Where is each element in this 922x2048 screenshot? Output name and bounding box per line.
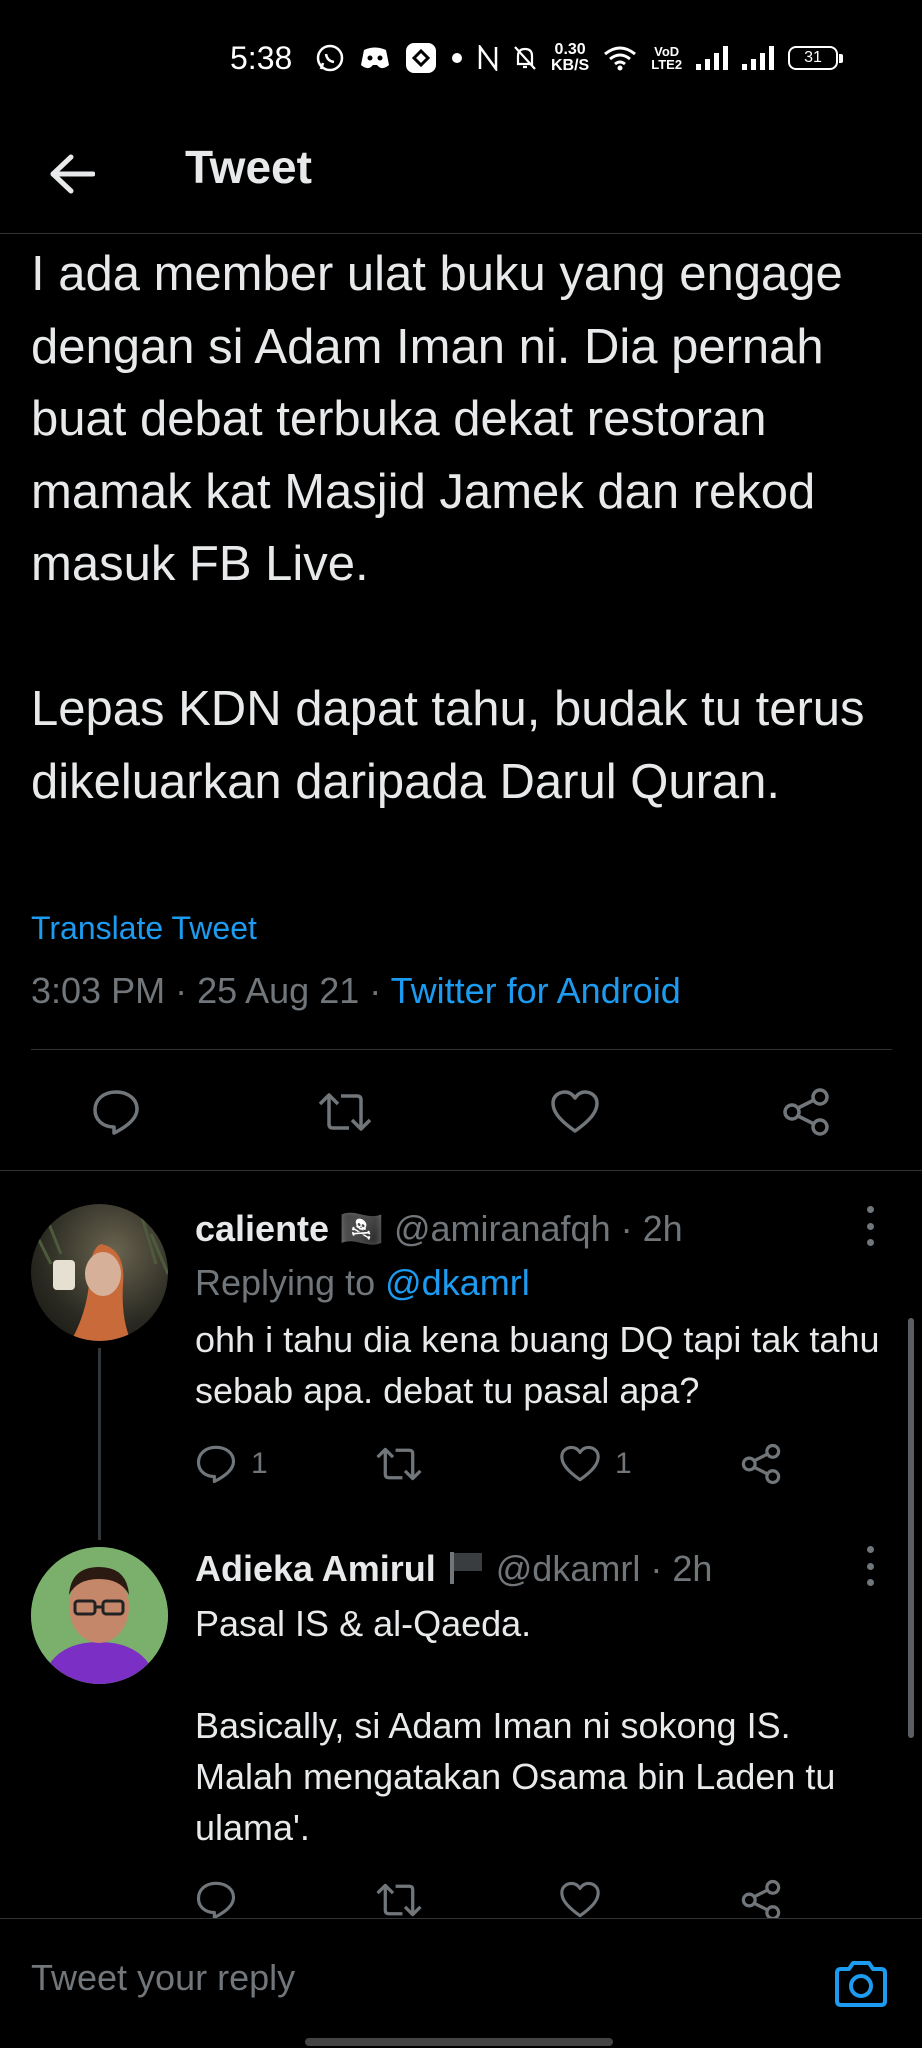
display-name[interactable]: caliente: [195, 1208, 329, 1249]
avatar[interactable]: [31, 1547, 168, 1684]
more-options-button[interactable]: [855, 1546, 885, 1586]
like-icon: [560, 1881, 600, 1918]
discord-icon: [359, 45, 391, 71]
whatsapp-icon: [315, 43, 345, 73]
battery-indicator: 31: [788, 46, 844, 70]
top-app-bar: Tweet: [0, 120, 922, 234]
like-icon: [551, 1090, 599, 1133]
retweet-icon: [376, 1883, 422, 1917]
avatar[interactable]: [31, 1204, 168, 1341]
retweet-icon: [376, 1447, 422, 1481]
reply-icon: [93, 1090, 139, 1135]
camera-button[interactable]: [830, 1953, 892, 2015]
translate-tweet-link[interactable]: Translate Tweet: [31, 910, 257, 947]
reply-text: ohh i tahu dia kena buang DQ tapi tak ta…: [195, 1319, 890, 1411]
user-handle: @amiranafqh: [393, 1208, 611, 1249]
retweet-button[interactable]: [313, 1080, 377, 1144]
wifi-icon: [603, 45, 637, 71]
reply-action-bar: 1 1: [195, 1439, 815, 1489]
reply-icon: [196, 1445, 236, 1484]
page-title: Tweet: [185, 141, 312, 193]
reply-age: 2h: [642, 1208, 683, 1249]
user-handle: @dkamrl: [495, 1548, 641, 1589]
like-count: 1: [615, 1447, 632, 1480]
back-button[interactable]: [40, 142, 104, 206]
volte-indicator: VoD LTE2: [651, 44, 683, 72]
more-options-button[interactable]: [855, 1206, 885, 1246]
home-indicator: [305, 2038, 613, 2046]
signal-2-icon: [742, 46, 775, 70]
reply-header: Adieka Amirul @dkamrl · 2h: [195, 1548, 712, 1590]
share-icon: [783, 1088, 829, 1136]
reply-composer: Tweet your reply: [0, 1918, 922, 2048]
mute-bell-icon: [513, 45, 537, 71]
replying-to: Replying to @dkamrl: [195, 1262, 530, 1303]
pirate-flag-emoji: 🏴‍☠️: [339, 1208, 384, 1249]
tweet-time: 3:03 PM: [31, 970, 166, 1011]
reply-icon: [196, 1881, 236, 1920]
status-bar: 5:38 0.30 KB/S VoD LTE2 31: [0, 0, 922, 120]
retweet-icon: [318, 1093, 372, 1131]
signal-1-icon: [696, 46, 729, 70]
dot-icon: [451, 52, 463, 64]
reply-header: caliente 🏴‍☠️ @amiranafqh · 2h: [195, 1208, 683, 1250]
share-icon: [741, 1879, 781, 1921]
tweet-date: 25 Aug 21: [197, 970, 360, 1011]
like-icon: [560, 1445, 600, 1482]
retweet-button[interactable]: [375, 1439, 423, 1489]
share-button[interactable]: [739, 1439, 783, 1489]
status-icons: 0.30 KB/S VoD LTE2 31: [315, 36, 844, 80]
like-button[interactable]: 1: [559, 1439, 632, 1489]
share-button[interactable]: [774, 1080, 838, 1144]
net-speed: 0.30 KB/S: [551, 41, 590, 74]
tweet-action-bar: [0, 1080, 922, 1144]
tweet-text: I ada member ulat buku yang engage denga…: [31, 247, 865, 809]
meta-separator: ·: [620, 1208, 643, 1249]
more-icon: [866, 1546, 874, 1553]
reply-count: 1: [251, 1447, 268, 1480]
tweet-source-link[interactable]: Twitter for Android: [391, 970, 681, 1011]
display-name[interactable]: Adieka Amirul: [195, 1548, 436, 1589]
scrollbar[interactable]: [908, 1318, 914, 1738]
camera-icon: [835, 1961, 887, 2007]
meta-separator: ·: [175, 970, 198, 1011]
tweet-meta: 3:03 PM · 25 Aug 21 · Twitter for Androi…: [31, 970, 681, 1012]
flag-icon: [449, 1552, 482, 1584]
divider: [31, 1049, 892, 1050]
share-icon: [741, 1443, 781, 1485]
reply-button[interactable]: 1: [195, 1439, 268, 1489]
back-arrow-icon: [50, 154, 95, 194]
meta-separator: ·: [369, 970, 391, 1011]
nfc-icon: [477, 45, 499, 71]
divider: [0, 1170, 922, 1171]
more-icon: [866, 1206, 874, 1213]
avatar-image: [31, 1547, 168, 1684]
reply-button[interactable]: [84, 1080, 148, 1144]
thread-line: [98, 1348, 101, 1540]
avatar-image: [31, 1204, 168, 1341]
meta-separator: ·: [650, 1548, 673, 1589]
app-badge-icon: [405, 42, 437, 74]
like-button[interactable]: [543, 1080, 607, 1144]
reply-text: Pasal IS & al-Qaeda. Basically, si Adam …: [195, 1603, 836, 1848]
status-time: 5:38: [230, 40, 293, 76]
reply-input[interactable]: Tweet your reply: [31, 1957, 295, 1999]
reply-age: 2h: [672, 1548, 713, 1589]
replying-to-mention[interactable]: @dkamrl: [385, 1262, 530, 1303]
